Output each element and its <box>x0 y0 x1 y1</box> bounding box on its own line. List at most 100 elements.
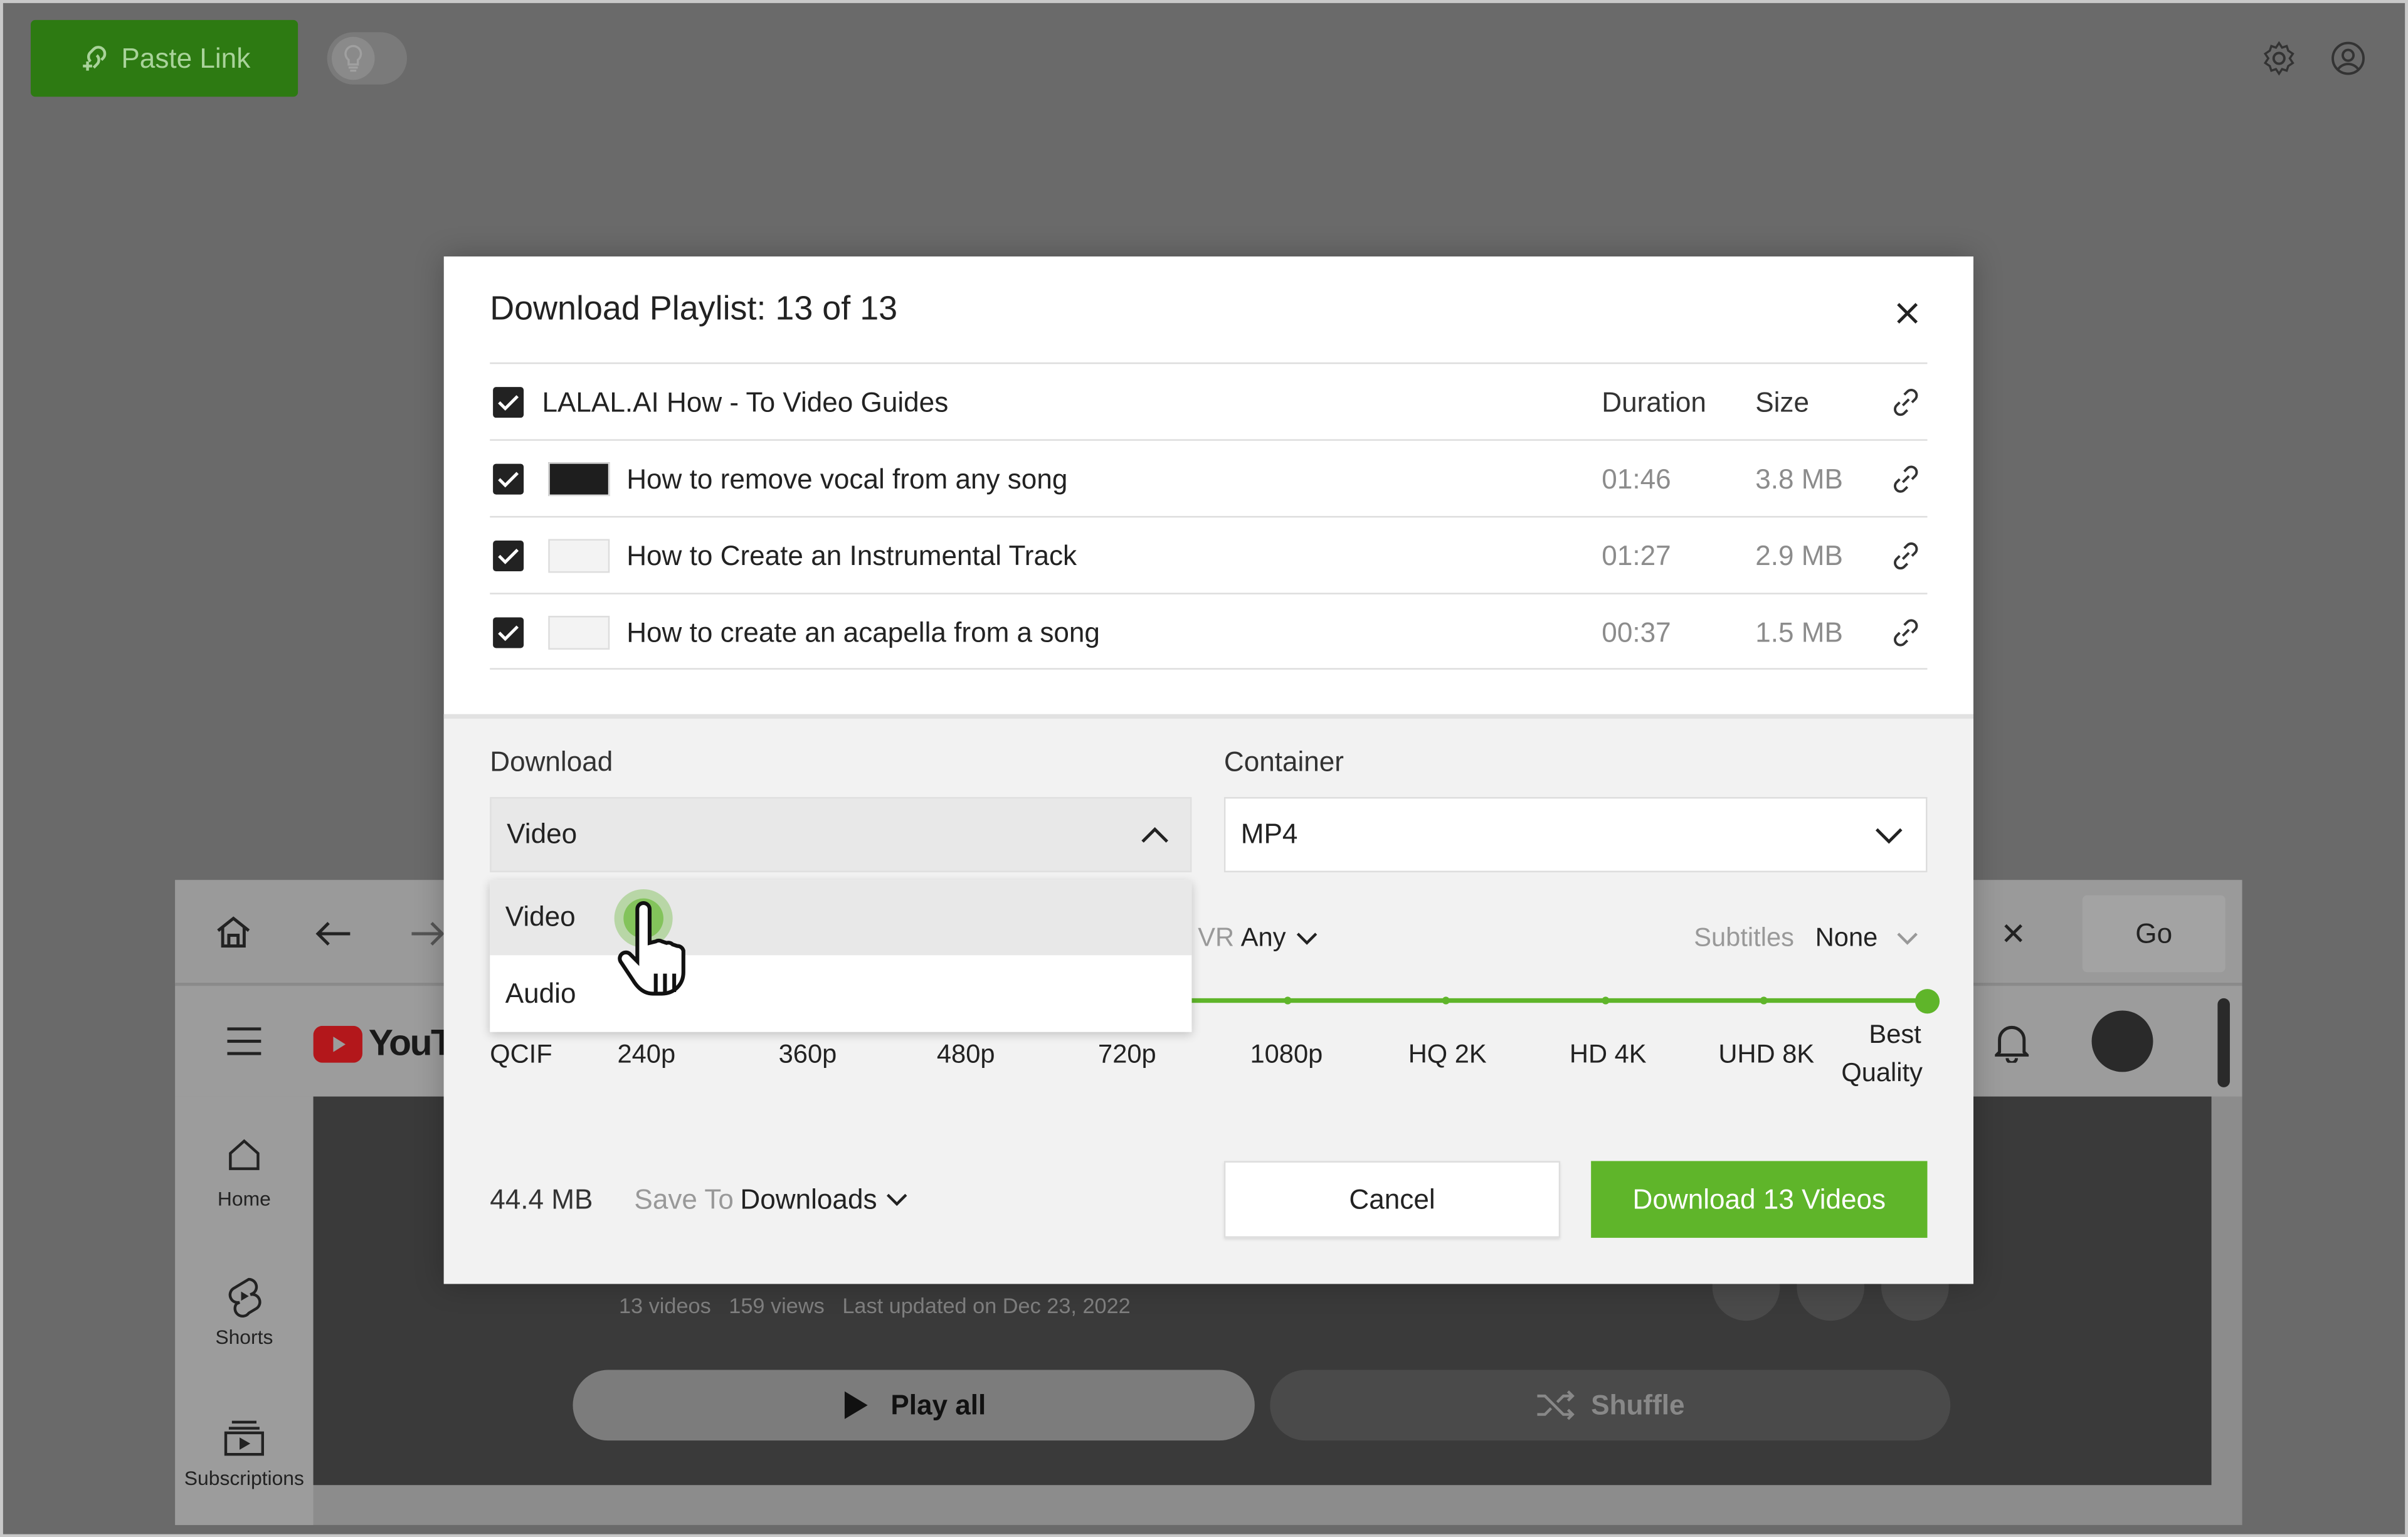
slider-tick <box>1760 996 1768 1005</box>
download-videos-button[interactable]: Download 13 Videos <box>1591 1161 1928 1238</box>
sidebar-item-subscriptions[interactable]: Subscriptions <box>175 1419 313 1490</box>
dialog-title: Download Playlist: 13 of 13 <box>490 288 898 327</box>
close-page-icon[interactable]: ✕ <box>1973 897 2053 971</box>
shuffle-button[interactable]: Shuffle <box>1270 1370 1951 1441</box>
container-label: Container <box>1223 746 1344 778</box>
app-window: Paste Link ✕ Go YouTu Home Shorts Subscr… <box>0 0 2408 1537</box>
close-icon[interactable] <box>1886 292 1929 335</box>
row-checkbox[interactable] <box>493 617 524 648</box>
check-icon <box>498 395 519 411</box>
size-header: Size <box>1755 386 1809 417</box>
check-icon <box>498 549 519 564</box>
back-arrow-icon[interactable] <box>314 919 354 949</box>
slider-tick <box>1284 996 1292 1005</box>
lightbulb-icon <box>331 36 375 80</box>
table-row[interactable]: How to Create an Instrumental Track 01:2… <box>490 517 1927 594</box>
video-thumbnail <box>548 539 610 573</box>
video-size: 3.8 MB <box>1755 463 1843 494</box>
cancel-button[interactable]: Cancel <box>1223 1161 1561 1238</box>
home-icon <box>229 1139 260 1170</box>
quality-label: 480p <box>936 1039 995 1069</box>
link-icon[interactable] <box>1891 464 1921 495</box>
subscriptions-icon <box>224 1420 264 1456</box>
quality-label: 720p <box>1098 1039 1156 1069</box>
quality-label-best-line2: Quality <box>1841 1058 1923 1087</box>
dropdown-option-audio[interactable]: Audio <box>490 957 1191 1032</box>
save-to-label: Save To <box>634 1184 734 1215</box>
home-icon[interactable] <box>213 914 253 951</box>
duration-header: Duration <box>1602 386 1706 417</box>
download-type-dropdown: Video Audio <box>490 880 1192 1032</box>
download-type-select[interactable]: Video <box>490 797 1192 873</box>
sidebar-item-label: Subscriptions <box>184 1466 304 1490</box>
dropdown-option-video[interactable]: Video <box>490 880 1192 956</box>
video-duration: 01:46 <box>1602 463 1671 494</box>
sidebar-item-label: Home <box>217 1187 271 1210</box>
play-all-label: Play all <box>890 1389 986 1420</box>
quality-label: 1080p <box>1250 1039 1323 1069</box>
shuffle-icon <box>1537 1390 1575 1420</box>
link-icon[interactable] <box>1891 541 1921 571</box>
table-row[interactable]: How to remove vocal from any song 01:46 … <box>490 441 1927 517</box>
go-button[interactable]: Go <box>2082 895 2226 973</box>
playlist-name: LALAL.AI How - To Video Guides <box>542 386 949 417</box>
download-type-label: Download <box>490 746 613 778</box>
playlist-meta: 13 videos 159 views Last updated on Dec … <box>618 1293 1131 1318</box>
sidebar-item-label: Shorts <box>215 1325 273 1349</box>
chevron-down-icon <box>1897 932 1918 945</box>
play-all-button[interactable]: Play all <box>573 1370 1255 1441</box>
quality-label: 360p <box>778 1039 837 1069</box>
video-title: How to remove vocal from any song <box>626 463 1068 494</box>
check-icon <box>498 625 519 642</box>
total-size: 44.4 MB <box>490 1184 593 1215</box>
video-title: How to Create an Instrumental Track <box>626 539 1077 571</box>
download-type-value: Video <box>507 818 578 850</box>
quality-slider-handle[interactable] <box>1914 989 1940 1014</box>
subtitles-select[interactable]: None <box>1815 923 1878 954</box>
option-label: Video <box>505 901 576 932</box>
video-thumbnail <box>548 616 610 650</box>
video-title: How to create an acapella from a song <box>626 616 1100 648</box>
save-to-select[interactable]: Downloads <box>740 1184 877 1216</box>
video-duration: 01:27 <box>1602 539 1671 571</box>
chevron-down-icon <box>886 1193 907 1207</box>
row-checkbox[interactable] <box>493 541 524 572</box>
slider-tick <box>1442 996 1450 1005</box>
avatar[interactable] <box>2091 1010 2153 1072</box>
link-icon[interactable] <box>1891 617 1921 648</box>
quality-slider-track[interactable] <box>1191 998 1928 1003</box>
paste-link-button[interactable]: Paste Link <box>30 19 298 97</box>
scrollbar[interactable] <box>2217 998 2230 1087</box>
select-all-checkbox[interactable] <box>493 387 524 418</box>
table-row[interactable]: How to create an acapella from a song 00… <box>490 594 1927 671</box>
forward-arrow-icon[interactable] <box>411 919 445 949</box>
check-icon <box>498 472 519 488</box>
playlist-header-row: LALAL.AI How - To Video Guides Duration … <box>490 364 1927 440</box>
link-icon[interactable] <box>1891 387 1921 418</box>
vr-label: VR <box>1198 922 1235 953</box>
container-select[interactable]: MP4 <box>1223 797 1928 873</box>
shorts-icon <box>228 1277 261 1318</box>
slider-tick <box>1602 996 1610 1005</box>
chevron-up-icon <box>1141 827 1168 843</box>
container-value: MP4 <box>1240 818 1298 850</box>
vr-select[interactable]: Any <box>1241 923 1286 954</box>
link-plus-icon <box>83 46 107 71</box>
subtitles-label: Subtitles <box>1694 922 1794 953</box>
account-icon[interactable] <box>2330 40 2367 77</box>
menu-icon[interactable] <box>226 1026 263 1057</box>
sidebar-item-shorts[interactable]: Shorts <box>175 1275 313 1349</box>
bell-icon[interactable] <box>1995 1023 2029 1063</box>
chevron-down-icon <box>1296 932 1318 945</box>
gear-icon[interactable] <box>2261 40 2298 77</box>
divider <box>490 668 1928 670</box>
download-button-label: Download 13 Videos <box>1632 1183 1886 1214</box>
video-duration: 00:37 <box>1602 616 1671 648</box>
quality-label-best-line1: Best <box>1869 1020 1921 1049</box>
paste-link-label: Paste Link <box>121 42 251 73</box>
chevron-down-icon <box>1875 828 1903 844</box>
row-checkbox[interactable] <box>493 463 524 495</box>
sidebar-item-home[interactable]: Home <box>175 1136 313 1210</box>
hand-cursor-icon <box>614 889 685 996</box>
quality-label: HQ 2K <box>1408 1039 1487 1069</box>
